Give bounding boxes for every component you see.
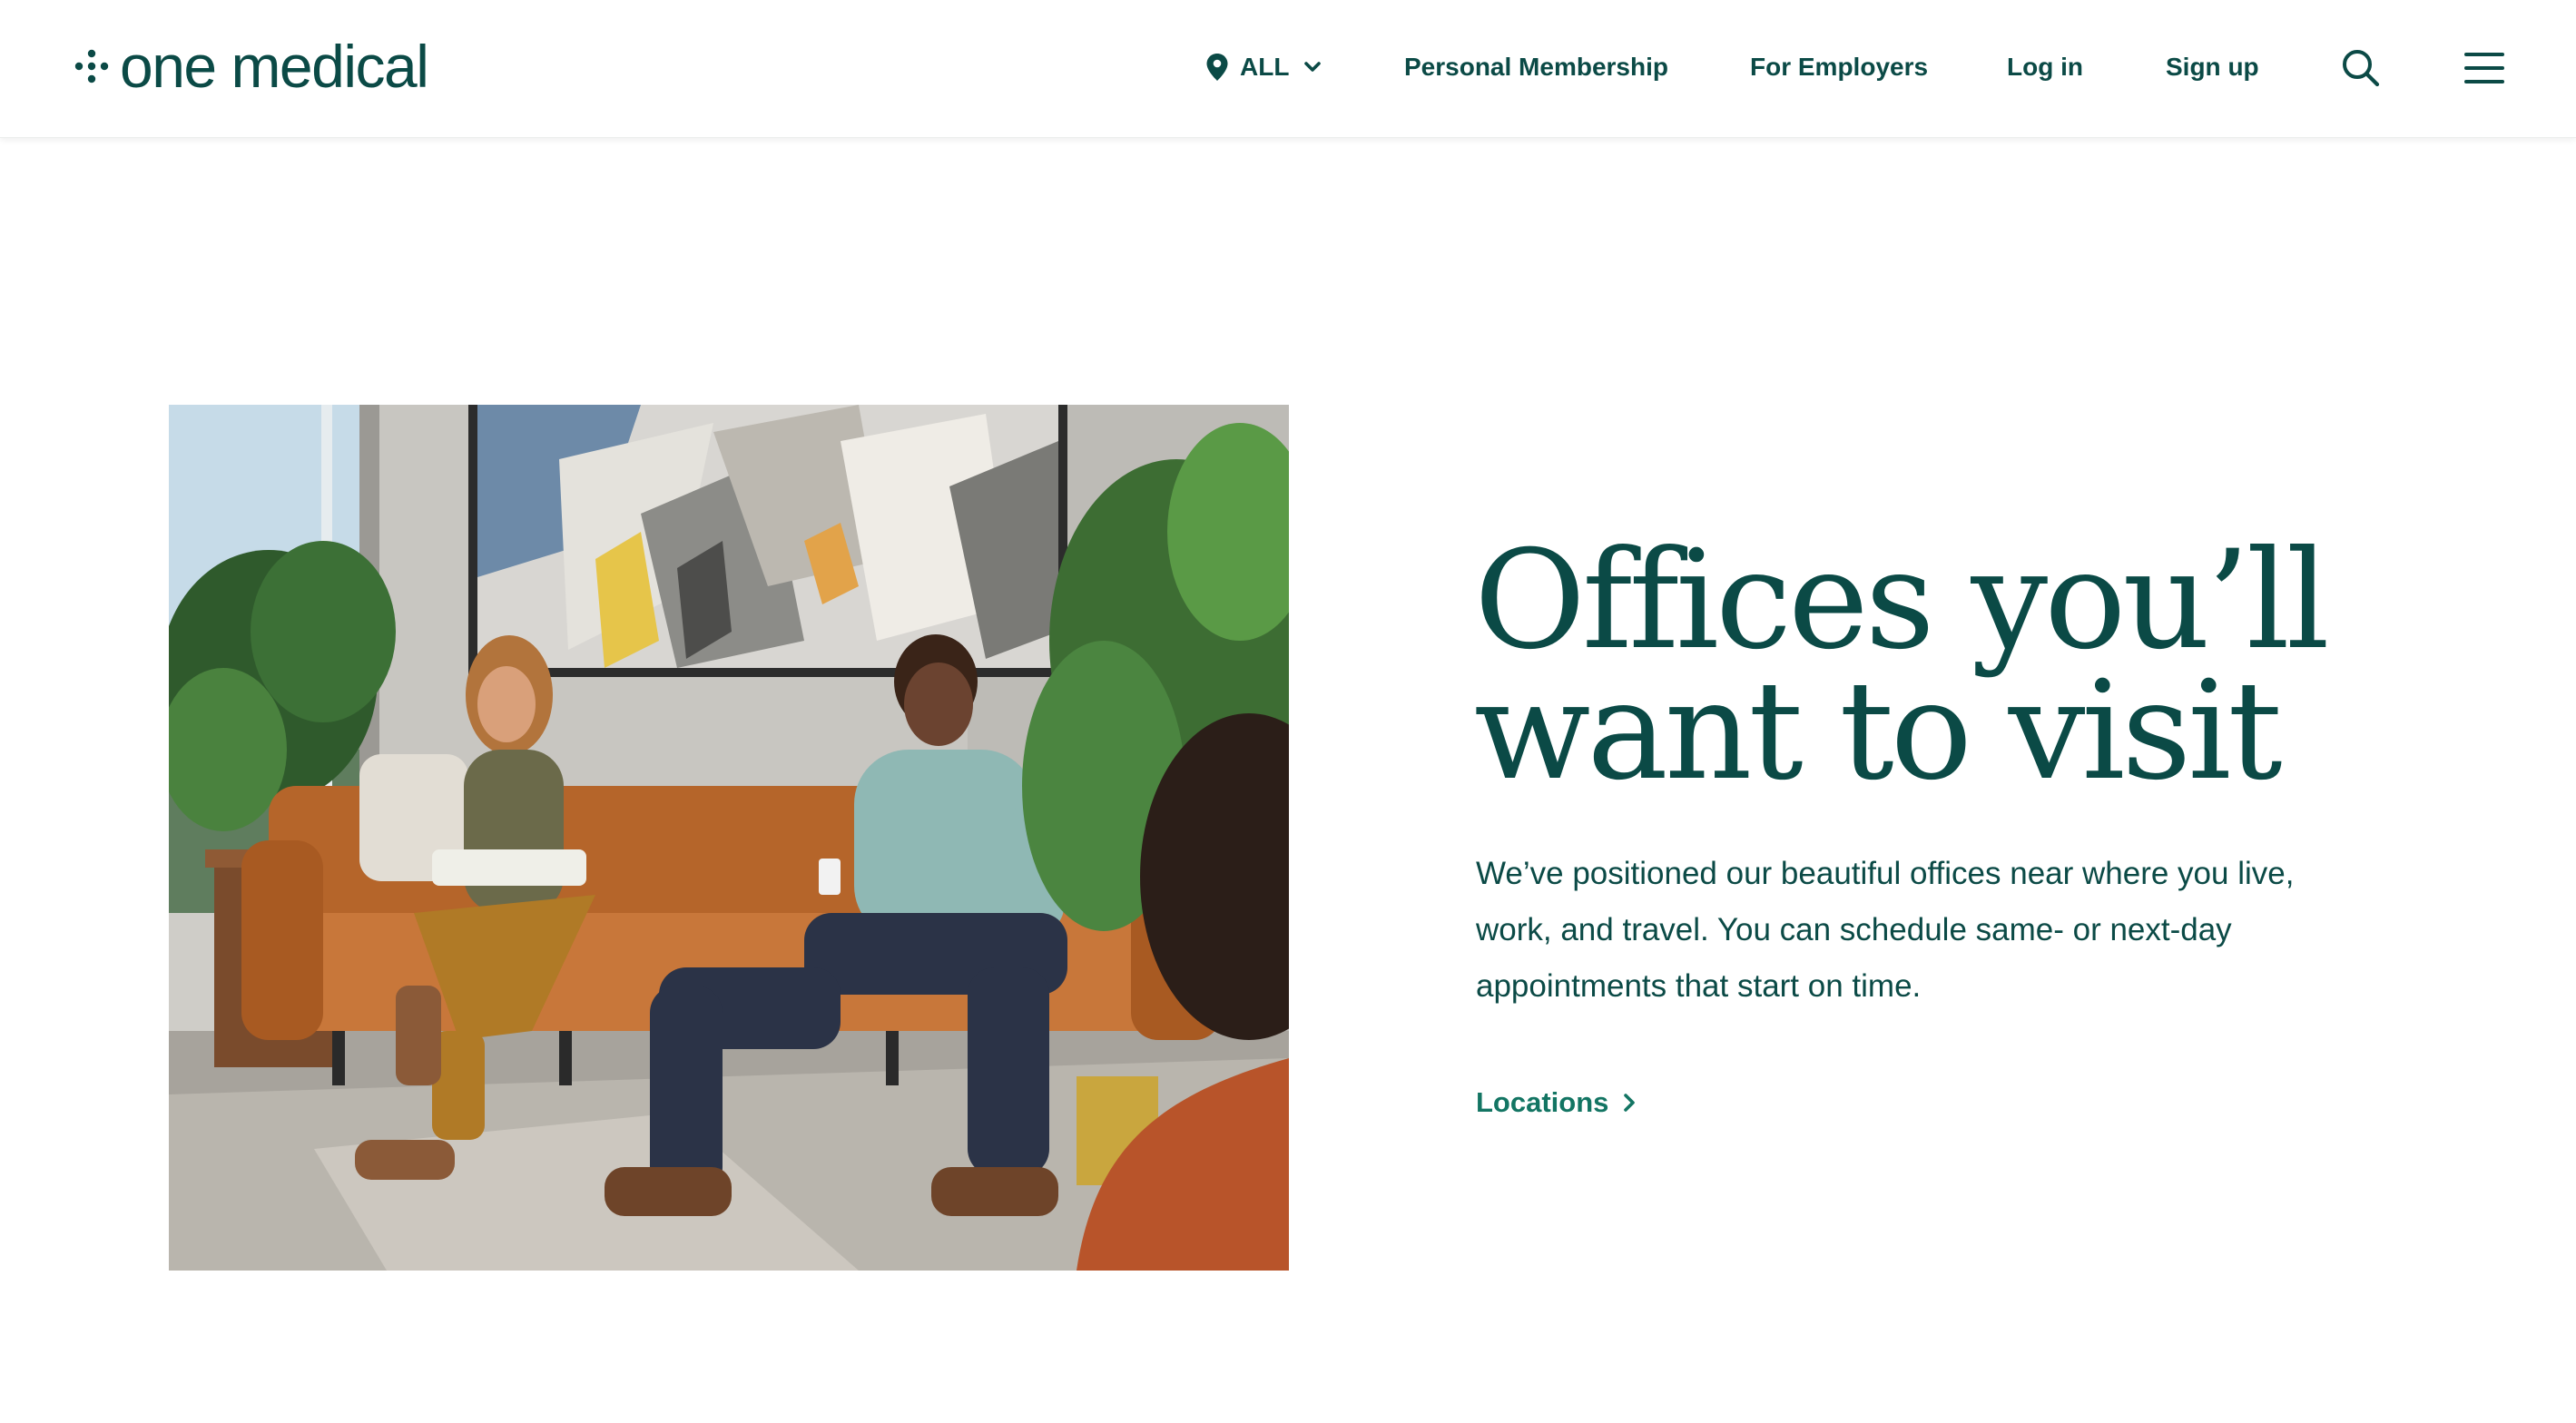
hero-headline: Offices you’ll want to visit bbox=[1474, 522, 2473, 810]
locations-link-label: Locations bbox=[1476, 1086, 1609, 1118]
hero-description: We’ve positioned our beautiful offices n… bbox=[1476, 846, 2384, 1015]
office-photo bbox=[169, 405, 1289, 1271]
top-nav: ALL Personal Membership For Employers Lo… bbox=[0, 42, 2576, 93]
nav-for-employers[interactable]: For Employers bbox=[1750, 42, 1928, 93]
site-header: one medical ALL Personal Membership For … bbox=[0, 0, 2576, 138]
office-photo-illustration bbox=[169, 405, 1289, 1271]
hero-headline-line-1: Offices you’ll bbox=[1474, 522, 2330, 680]
nav-log-in[interactable]: Log in bbox=[2007, 42, 2083, 93]
menu-button[interactable] bbox=[2462, 45, 2507, 91]
hero-headline-line-2: want to visit bbox=[1474, 653, 2283, 810]
search-button[interactable] bbox=[2338, 45, 2384, 91]
location-label: ALL bbox=[1240, 53, 1290, 81]
location-selector[interactable]: ALL bbox=[1205, 42, 1322, 93]
nav-sign-up[interactable]: Sign up bbox=[2166, 42, 2259, 93]
chevron-down-icon bbox=[1304, 62, 1322, 72]
map-pin-icon bbox=[1206, 54, 1228, 81]
hero-description-line-3: appointments that start on time. bbox=[1476, 968, 1922, 1004]
search-icon bbox=[2343, 50, 2380, 87]
chevron-right-icon bbox=[1624, 1094, 1636, 1112]
hamburger-menu-icon bbox=[2464, 53, 2504, 83]
nav-personal-membership[interactable]: Personal Membership bbox=[1404, 42, 1668, 93]
hero-description-line-2: work, and travel. You can schedule same-… bbox=[1476, 912, 2232, 947]
locations-link[interactable]: Locations bbox=[1476, 1080, 1636, 1125]
hero-description-line-1: We’ve positioned our beautiful offices n… bbox=[1476, 856, 2295, 891]
